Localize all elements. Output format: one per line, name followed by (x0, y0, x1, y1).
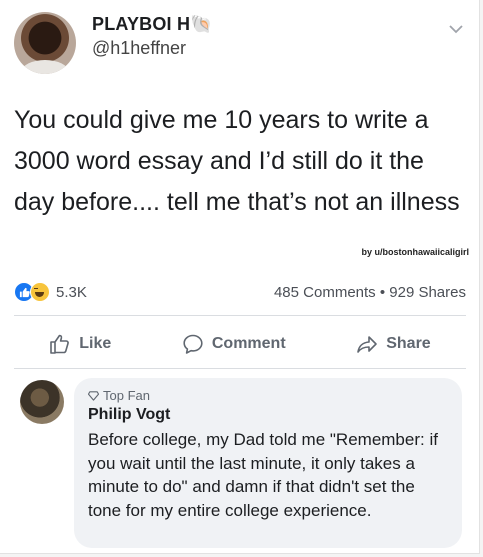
top-fan-label: Top Fan (103, 388, 150, 403)
action-bar: Like Comment Share (14, 326, 466, 362)
author-name[interactable]: PLAYBOI H🐚 (92, 14, 213, 35)
post-text: You could give me 10 years to write a 30… (14, 106, 460, 216)
share-button[interactable]: Share (356, 333, 431, 355)
share-label: Share (386, 335, 431, 352)
reaction-count: 5.3K (56, 283, 87, 301)
share-arrow-icon (357, 336, 378, 353)
comment-bubble-icon (183, 334, 203, 354)
comment-bubble: Top Fan Philip Vogt Before college, my D… (74, 378, 462, 548)
watermark-credit: by u/bostonhawaiicaligirl (361, 247, 469, 257)
post-stats: 5.3K 485 Comments • 929 Shares (14, 281, 466, 305)
comment-label: Comment (211, 335, 286, 352)
commenter-name[interactable]: Philip Vogt (88, 406, 170, 424)
author-handle[interactable]: @h1heffner (92, 38, 186, 59)
commenter-avatar[interactable] (20, 380, 64, 424)
reactions-summary[interactable]: 5.3K (14, 282, 87, 302)
like-label: Like (79, 335, 112, 352)
thumbs-up-icon (50, 334, 70, 354)
top-fan-badge: Top Fan (88, 388, 150, 403)
haha-reaction-icon (30, 282, 50, 302)
chevron-down-icon[interactable] (447, 20, 465, 38)
divider (14, 315, 466, 316)
divider (14, 368, 466, 369)
like-button[interactable]: Like (49, 333, 111, 355)
top-fan-badge-icon (88, 391, 99, 401)
author-avatar[interactable] (14, 12, 76, 74)
comments-shares-count[interactable]: 485 Comments • 929 Shares (274, 284, 466, 301)
comment-text: Before college, my Dad told me "Remember… (88, 430, 438, 520)
comment-button[interactable]: Comment (182, 333, 286, 355)
post-card: PLAYBOI H🐚 @h1heffner You could give me … (0, 0, 480, 554)
post-header: PLAYBOI H🐚 @h1heffner (14, 12, 469, 74)
